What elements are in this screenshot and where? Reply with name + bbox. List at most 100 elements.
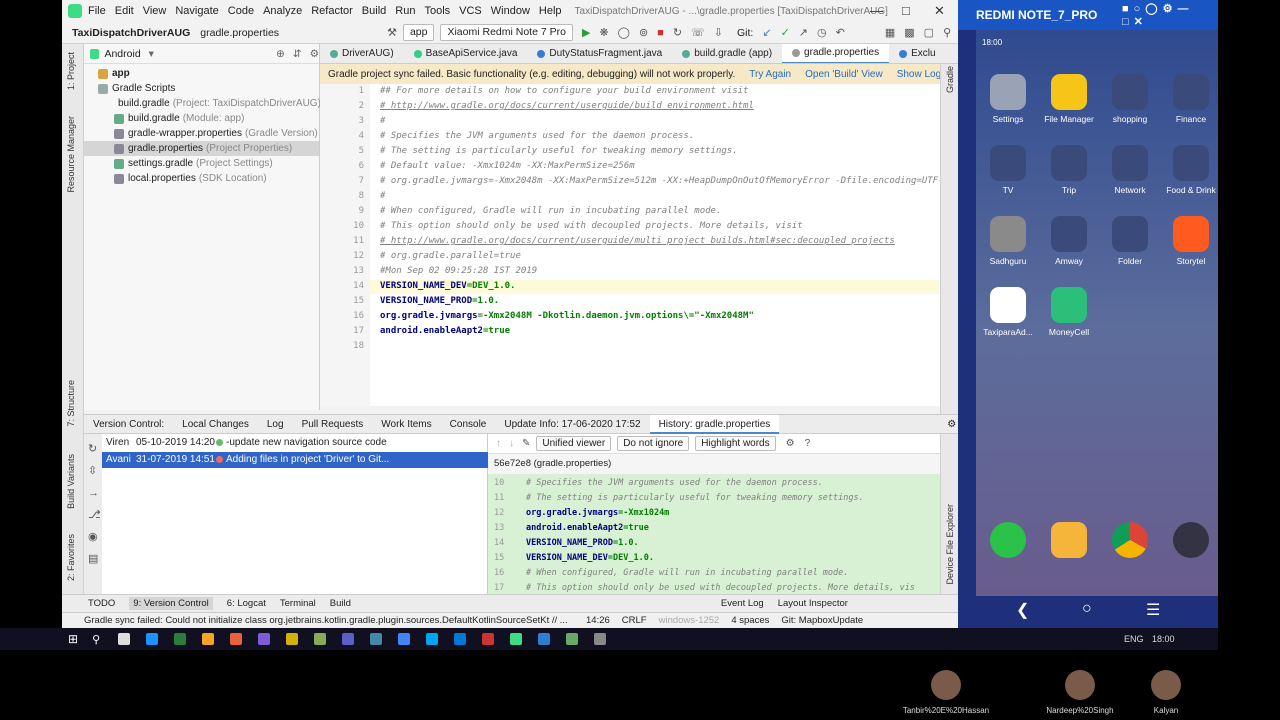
vcs-tab[interactable]: Console: [441, 415, 496, 434]
editor-tab[interactable]: DutyStatusFragment.java: [527, 44, 672, 63]
minimize-icon[interactable]: —: [870, 3, 883, 18]
app-icon[interactable]: Folder: [1102, 216, 1158, 266]
line-separator[interactable]: CRLF: [622, 615, 647, 626]
gradle-tab[interactable]: Gradle: [945, 66, 955, 93]
git-update-icon[interactable]: ↙: [762, 26, 771, 39]
bottom-tab[interactable]: 9: Version Control: [129, 597, 213, 610]
prev-diff-icon[interactable]: ↑: [496, 438, 501, 449]
profile-icon[interactable]: ◯: [618, 26, 630, 39]
stop-icon[interactable]: ■: [657, 27, 664, 39]
settings-icon[interactable]: ▤: [88, 548, 102, 570]
app-icon[interactable]: Amway: [1041, 216, 1097, 266]
bottom-tab[interactable]: Terminal: [280, 598, 316, 609]
phone-window-controls[interactable]: ■○◯⚙—□✕: [1122, 2, 1218, 28]
bottom-right-tab[interactable]: Layout Inspector: [778, 598, 848, 609]
menu-item-view[interactable]: View: [143, 5, 167, 17]
indent-setting[interactable]: 4 spaces: [731, 615, 769, 626]
run-config-dropdown[interactable]: app: [402, 24, 435, 41]
bottom-tab[interactable]: 6: Logcat: [227, 598, 266, 609]
device-file-explorer-tab[interactable]: Device File Explorer: [945, 504, 955, 585]
breadcrumb-file[interactable]: gradle.properties: [200, 27, 279, 39]
target-icon[interactable]: ⊕: [276, 48, 285, 60]
project-structure-icon[interactable]: ▦: [885, 26, 895, 39]
caret-position[interactable]: 14:26: [586, 615, 610, 626]
highlight-dropdown[interactable]: Highlight words: [695, 436, 776, 451]
chevron-down-icon[interactable]: ▾: [149, 48, 154, 60]
vcs-tab[interactable]: Work Items: [372, 415, 440, 434]
app-icon[interactable]: Sadhguru: [980, 216, 1036, 266]
menu-item-vcs[interactable]: VCS: [459, 5, 482, 17]
bottom-tab[interactable]: TODO: [88, 598, 115, 609]
taskbar-app-icon[interactable]: [314, 633, 327, 645]
debug-icon[interactable]: ❋: [599, 26, 608, 39]
editor-tab[interactable]: build.gradle (app): [672, 44, 782, 63]
vcs-tab[interactable]: Pull Requests: [293, 415, 373, 434]
tree-item[interactable]: gradle.properties (Project Properties): [84, 141, 319, 156]
taskbar-app-icon[interactable]: [174, 633, 187, 645]
avd-manager-icon[interactable]: ☏: [691, 26, 705, 39]
eye-icon[interactable]: ◉: [88, 526, 102, 548]
menu-item-file[interactable]: File: [88, 5, 106, 17]
history-row[interactable]: Viren 05-10-2019 14:20 -update new navigat…: [102, 435, 488, 451]
taskbar-app-icon[interactable]: [454, 633, 467, 645]
app-icon[interactable]: TaxiparaAd...: [980, 287, 1036, 337]
hammer-icon[interactable]: ⚒: [387, 26, 397, 39]
search-icon[interactable]: ⚲: [943, 26, 951, 39]
editor-tab[interactable]: Exclu: [889, 44, 945, 63]
edit-icon[interactable]: ✎: [522, 438, 530, 449]
breadcrumb-project[interactable]: TaxiDispatchDriverAUG: [72, 27, 190, 39]
app-icon[interactable]: MoneyCell: [1041, 287, 1097, 337]
participant-tile[interactable]: Kalyan: [1116, 670, 1216, 715]
tree-item[interactable]: build.gradle (Project: TaxiDispatchDriver…: [84, 96, 321, 111]
app-icon[interactable]: Food & Drink: [1163, 145, 1218, 195]
dock-messages[interactable]: [1041, 522, 1097, 562]
taskbar-clock[interactable]: 18:00: [1152, 634, 1175, 644]
taskbar-search-icon[interactable]: ⚲: [92, 633, 100, 646]
git-branch[interactable]: Git: MapboxUpdate: [781, 615, 863, 626]
editor-tab[interactable]: BaseApiService.java: [404, 44, 528, 63]
taskbar-app-icon[interactable]: [258, 633, 271, 645]
next-diff-icon[interactable]: ↓: [509, 438, 514, 449]
sdk-manager-icon[interactable]: ⇩: [714, 26, 723, 39]
run-icon[interactable]: ▶: [582, 26, 590, 39]
taskbar-app-icon[interactable]: [202, 633, 215, 645]
ignore-dropdown[interactable]: Do not ignore: [617, 436, 690, 451]
participant-tile[interactable]: Nardeep%20Singh: [1030, 670, 1130, 715]
editor-tab[interactable]: gradle.properties: [782, 44, 890, 63]
vcs-settings-icon[interactable]: ⚙: [947, 419, 956, 430]
resource-manager-tab[interactable]: Resource Manager: [66, 116, 76, 193]
app-icon[interactable]: Settings: [980, 74, 1036, 124]
taskbar-app-icon[interactable]: [118, 633, 131, 645]
favorites-tab[interactable]: 2: Favorites: [66, 534, 76, 581]
device-manager-icon[interactable]: ▩: [904, 26, 914, 39]
tree-item[interactable]: build.gradle (Module: app): [84, 111, 319, 126]
app-icon[interactable]: Finance: [1163, 74, 1218, 124]
app-icon[interactable]: Storytel: [1163, 216, 1218, 266]
branch-icon[interactable]: ⎇: [88, 504, 102, 526]
taskbar-app-icon[interactable]: [538, 633, 551, 645]
bottom-tab[interactable]: Build: [330, 598, 351, 609]
viewer-dropdown[interactable]: Unified viewer: [536, 436, 612, 451]
filter-icon[interactable]: ⇳: [88, 460, 102, 482]
project-view-dropdown[interactable]: Android: [104, 48, 140, 60]
vcs-tab[interactable]: Log: [258, 415, 293, 434]
project-tool-tab[interactable]: 1: Project: [66, 52, 76, 90]
taskbar-app-icon[interactable]: [594, 633, 607, 645]
diff-content[interactable]: 10 # Specifies the JVM arguments used for…: [488, 474, 940, 594]
bottom-right-tab[interactable]: Event Log: [721, 598, 764, 609]
menu-item-code[interactable]: Code: [228, 5, 254, 17]
menu-item-navigate[interactable]: Navigate: [175, 5, 218, 17]
help-icon[interactable]: ?: [805, 438, 811, 449]
app-icon[interactable]: Trip: [1041, 145, 1097, 195]
taskbar-app-icon[interactable]: [398, 633, 411, 645]
taskbar-app-icon[interactable]: [426, 633, 439, 645]
vcs-tab[interactable]: Update Info: 17-06-2020 17:52: [495, 415, 649, 434]
device-dropdown[interactable]: Xiaomi Redmi Note 7 Pro: [440, 24, 573, 41]
tree-item[interactable]: Gradle Scripts: [84, 81, 319, 96]
menu-item-refactor[interactable]: Refactor: [311, 5, 353, 17]
file-encoding[interactable]: windows-1252: [659, 615, 720, 626]
dock-phone[interactable]: [980, 522, 1036, 562]
vcs-tab[interactable]: Local Changes: [173, 415, 258, 434]
tree-item[interactable]: gradle-wrapper.properties (Gradle Version…: [84, 126, 319, 141]
try-again-link[interactable]: Try Again: [749, 69, 791, 80]
